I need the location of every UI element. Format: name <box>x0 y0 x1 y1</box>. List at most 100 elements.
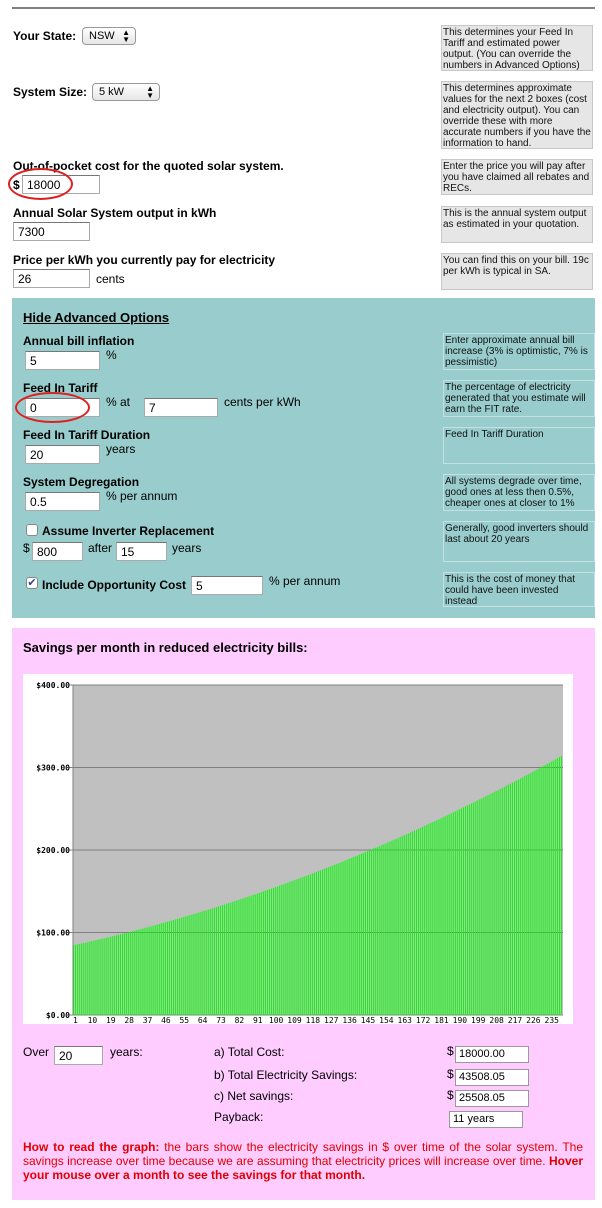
bar[interactable] <box>524 776 526 1015</box>
bar[interactable] <box>199 912 201 1015</box>
bar[interactable] <box>207 909 209 1015</box>
bar[interactable] <box>393 839 395 1015</box>
bar[interactable] <box>550 761 552 1015</box>
bar[interactable] <box>348 858 350 1015</box>
bar[interactable] <box>215 907 217 1015</box>
bar[interactable] <box>152 925 154 1015</box>
bar[interactable] <box>538 768 540 1015</box>
bar[interactable] <box>150 926 152 1015</box>
bar[interactable] <box>511 782 513 1015</box>
bar[interactable] <box>552 760 554 1015</box>
bar[interactable] <box>303 876 305 1015</box>
bar[interactable] <box>469 804 471 1015</box>
output-input[interactable] <box>13 222 90 241</box>
bar[interactable] <box>465 806 467 1015</box>
bar[interactable] <box>450 813 452 1015</box>
bar[interactable] <box>179 918 181 1015</box>
bar[interactable] <box>350 858 352 1015</box>
bar[interactable] <box>432 822 434 1015</box>
bar[interactable] <box>558 757 560 1015</box>
bar[interactable] <box>324 868 326 1015</box>
bar[interactable] <box>81 943 83 1015</box>
bar[interactable] <box>117 934 119 1015</box>
bar[interactable] <box>230 902 232 1015</box>
bar[interactable] <box>175 919 177 1015</box>
bar[interactable] <box>185 916 187 1015</box>
bar[interactable] <box>146 927 148 1015</box>
bar[interactable] <box>381 845 383 1015</box>
bar[interactable] <box>289 881 291 1015</box>
bar[interactable] <box>77 944 79 1015</box>
bar[interactable] <box>397 837 399 1015</box>
price-input[interactable] <box>13 269 90 288</box>
bar[interactable] <box>142 928 144 1015</box>
bar[interactable] <box>136 930 138 1015</box>
bar[interactable] <box>301 877 303 1015</box>
bar[interactable] <box>269 889 271 1015</box>
bar[interactable] <box>193 914 195 1015</box>
bar[interactable] <box>134 930 136 1015</box>
bar[interactable] <box>213 907 215 1015</box>
bar[interactable] <box>248 896 250 1015</box>
bar[interactable] <box>379 845 381 1015</box>
bar[interactable] <box>332 865 334 1015</box>
hide-advanced-link[interactable]: Hide Advanced Options <box>23 310 169 325</box>
bar[interactable] <box>183 916 185 1015</box>
bar[interactable] <box>236 900 238 1015</box>
bar[interactable] <box>340 862 342 1015</box>
bar[interactable] <box>364 852 366 1015</box>
bar[interactable] <box>187 915 189 1015</box>
bar[interactable] <box>452 812 454 1015</box>
bar[interactable] <box>489 794 491 1015</box>
bar[interactable] <box>362 852 364 1015</box>
opp-input[interactable] <box>191 576 263 595</box>
bar[interactable] <box>407 833 409 1015</box>
savings-chart[interactable]: $0.00 $100.00 $200.00 $300.00 $400.00 1 10 19 28… <box>23 674 573 1025</box>
bar[interactable] <box>246 897 248 1015</box>
bar[interactable] <box>203 910 205 1015</box>
bar[interactable] <box>391 840 393 1015</box>
bar[interactable] <box>485 796 487 1015</box>
bar[interactable] <box>377 846 379 1015</box>
bar[interactable] <box>126 932 128 1015</box>
bar[interactable] <box>546 763 548 1015</box>
bar[interactable] <box>369 850 371 1015</box>
bar[interactable] <box>297 878 299 1015</box>
bar[interactable] <box>211 908 213 1015</box>
bar[interactable] <box>240 899 242 1015</box>
bar[interactable] <box>128 932 130 1015</box>
bar[interactable] <box>105 937 107 1015</box>
bar[interactable] <box>548 762 550 1015</box>
bar[interactable] <box>493 792 495 1015</box>
bar[interactable] <box>395 838 397 1015</box>
bar[interactable] <box>338 863 340 1015</box>
bar[interactable] <box>201 911 203 1015</box>
bar[interactable] <box>281 884 283 1015</box>
bar[interactable] <box>448 814 450 1015</box>
bar[interactable] <box>481 798 483 1015</box>
bar[interactable] <box>256 893 258 1015</box>
bar[interactable] <box>262 891 264 1015</box>
bar[interactable] <box>526 775 528 1015</box>
bar[interactable] <box>95 940 97 1015</box>
bar[interactable] <box>356 855 358 1015</box>
bar[interactable] <box>399 837 401 1015</box>
bar[interactable] <box>501 787 503 1015</box>
bar[interactable] <box>454 811 456 1015</box>
bar[interactable] <box>440 818 442 1015</box>
fit-rate-input[interactable] <box>144 398 218 417</box>
bar[interactable] <box>322 869 324 1015</box>
bar[interactable] <box>309 874 311 1015</box>
bar[interactable] <box>93 940 95 1015</box>
bar[interactable] <box>458 809 460 1015</box>
bar[interactable] <box>514 781 516 1015</box>
bar[interactable] <box>119 934 121 1015</box>
bar[interactable] <box>473 802 475 1015</box>
bar[interactable] <box>491 793 493 1015</box>
bar[interactable] <box>334 864 336 1015</box>
bar[interactable] <box>197 912 199 1015</box>
bar[interactable] <box>311 873 313 1015</box>
bar[interactable] <box>424 825 426 1015</box>
bar[interactable] <box>536 769 538 1015</box>
bar[interactable] <box>418 828 420 1015</box>
